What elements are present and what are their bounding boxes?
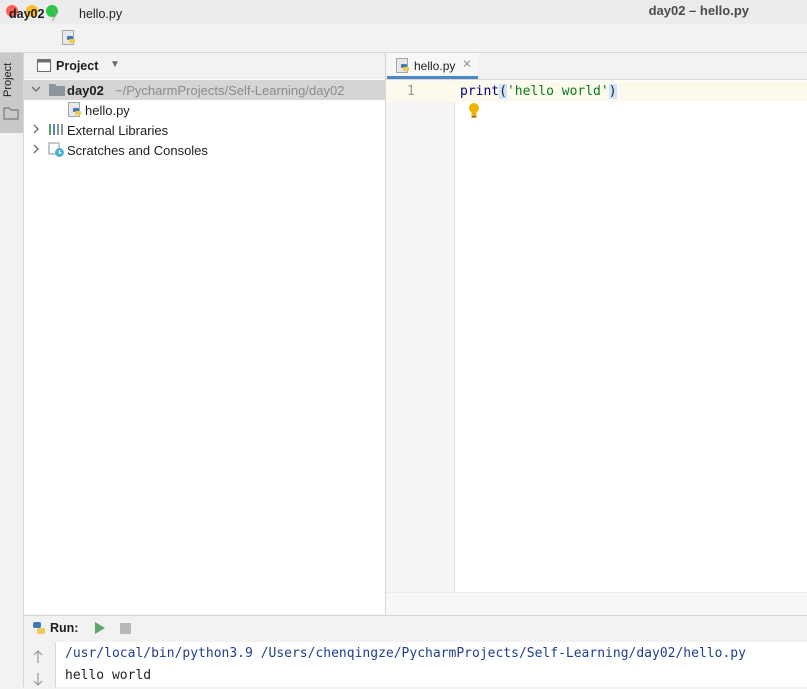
folder-icon	[49, 83, 65, 99]
python-icon	[31, 620, 47, 639]
line-number: 1	[407, 84, 415, 99]
code-line[interactable]: print('hello world')	[460, 84, 617, 99]
chevron-right-icon[interactable]	[31, 124, 41, 137]
console-output-line: hello world	[65, 668, 152, 683]
arrow-up-icon[interactable]	[33, 650, 43, 667]
console-command: /usr/local/bin/python3.9 /Users/chenqing…	[65, 646, 746, 661]
editor-gutter	[386, 80, 455, 592]
tab-label[interactable]: hello.py	[414, 59, 455, 73]
code-function: print	[460, 84, 500, 99]
project-panel-title: Project	[56, 59, 99, 73]
code-editor[interactable]	[455, 80, 807, 592]
library-icon	[48, 123, 64, 139]
breadcrumb-separator-icon: 〉	[51, 7, 65, 23]
code-paren-open: (	[499, 84, 507, 99]
close-icon[interactable]: ✕	[462, 57, 472, 71]
run-panel-header	[24, 615, 807, 643]
tree-item-scratches[interactable]: Scratches and Consoles	[67, 143, 208, 158]
code-string: 'hello world'	[506, 84, 609, 99]
rerun-icon[interactable]	[94, 621, 106, 638]
python-file-icon	[68, 102, 82, 120]
project-tool-label: Project	[2, 62, 14, 98]
chevron-right-icon[interactable]	[31, 144, 41, 157]
scratches-icon	[48, 142, 65, 161]
project-view-icon	[37, 59, 51, 75]
tree-item-day02[interactable]: day02	[67, 83, 104, 98]
tree-item-day02-path: ~/PycharmProjects/Self-Learning/day02	[115, 83, 345, 98]
lightbulb-icon[interactable]	[467, 102, 481, 121]
python-file-icon	[62, 30, 76, 48]
stop-icon[interactable]	[120, 622, 131, 637]
breadcrumb	[0, 24, 807, 53]
breadcrumb-project[interactable]: day02	[9, 7, 44, 21]
arrow-down-icon[interactable]	[33, 672, 43, 689]
chevron-down-icon[interactable]: ▼	[110, 59, 120, 70]
tree-item-external-libraries[interactable]: External Libraries	[67, 123, 168, 138]
chevron-down-icon[interactable]	[31, 84, 41, 97]
code-paren-close: )	[608, 84, 617, 99]
tool-window-strip	[0, 53, 24, 687]
window-title: day02 – hello.py	[648, 3, 749, 18]
editor-horizontal-scrollbar[interactable]	[386, 592, 807, 615]
run-panel-title: Run:	[50, 621, 79, 635]
python-file-icon	[396, 58, 410, 76]
breadcrumb-file[interactable]: hello.py	[79, 7, 122, 21]
tree-item-hello-py[interactable]: hello.py	[85, 103, 130, 118]
folder-icon	[3, 106, 19, 123]
